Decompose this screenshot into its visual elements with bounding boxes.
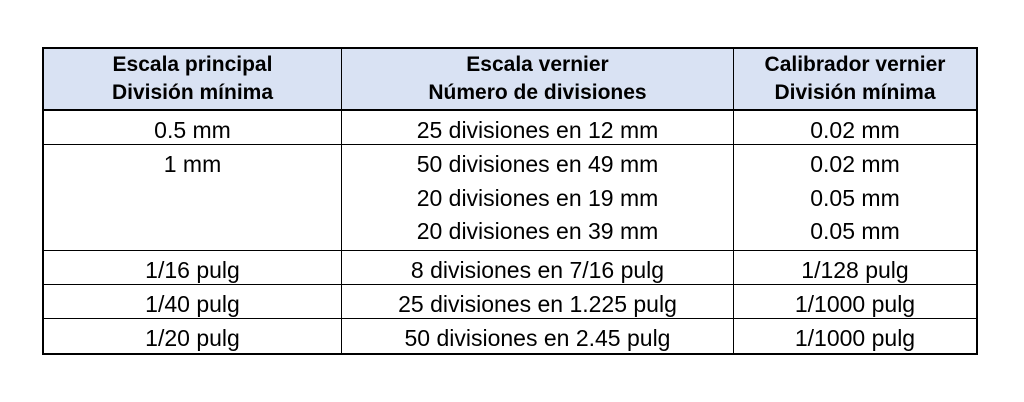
header-vernier-scale-line2: Número de divisiones [428,81,647,104]
cell-text: 25 divisiones en 1.225 pulg [398,291,677,317]
cell-main: 1 mm [44,145,342,250]
cell-main: 1/20 pulg [44,319,342,353]
cell-text: 50 divisiones en 49 mm [416,151,659,177]
header-vernier-scale-line1: Escala vernier [466,53,609,76]
cell-text: 1/16 pulg [145,257,240,283]
cell-text: 0.02 mm [810,151,900,177]
cell-text: 50 divisiones en 2.45 pulg [404,325,671,351]
cell-vernier: 8 divisiones en 7/16 pulg [342,251,734,284]
header-caliper: Calibrador vernier División mínima [734,49,976,109]
cell-text: 0.5 mm [154,117,231,143]
cell-text: 0.05 mm [810,218,900,245]
cell-text: 20 divisiones en 19 mm [416,184,659,211]
cell-text: 25 divisiones en 12 mm [416,117,659,143]
cell-text: 1/40 pulg [145,291,240,317]
table-row: 1/16 pulg 8 divisiones en 7/16 pulg 1/12… [44,251,976,285]
header-main-scale-line1: Escala principal [112,53,273,76]
header-caliper-line1: Calibrador vernier [764,53,946,76]
cell-caliper: 0.02 mm 0.05 mm 0.05 mm [734,145,976,250]
cell-text: 8 divisiones en 7/16 pulg [410,257,665,283]
cell-text: 0.05 mm [810,184,900,211]
cell-text: 1/20 pulg [145,325,240,351]
cell-main: 1/40 pulg [44,285,342,318]
cell-vernier: 50 divisiones en 49 mm 20 divisiones en … [342,145,734,250]
cell-text: 1 mm [163,151,222,177]
table-header: Escala principal División mínima Escala … [44,49,976,111]
cell-main: 0.5 mm [44,111,342,144]
table-row: 1/40 pulg 25 divisiones en 1.225 pulg 1/… [44,285,976,319]
cell-text: 20 divisiones en 39 mm [416,218,659,245]
cell-text: 1/1000 pulg [794,291,916,317]
table-row: 1/20 pulg 50 divisiones en 2.45 pulg 1/1… [44,319,976,353]
cell-caliper: 1/128 pulg [734,251,976,284]
cell-caliper: 0.02 mm [734,111,976,144]
cell-vernier: 50 divisiones en 2.45 pulg [342,319,734,353]
cell-vernier: 25 divisiones en 12 mm [342,111,734,144]
table-row: 0.5 mm 25 divisiones en 12 mm 0.02 mm [44,111,976,145]
header-caliper-line2: División mínima [774,81,936,104]
header-vernier-scale: Escala vernier Número de divisiones [342,49,734,109]
cell-caliper: 1/1000 pulg [734,319,976,353]
cell-text: 1/1000 pulg [794,325,916,351]
vernier-table: Escala principal División mínima Escala … [42,47,978,355]
cell-main: 1/16 pulg [44,251,342,284]
cell-caliper: 1/1000 pulg [734,285,976,318]
cell-text: 1/128 pulg [801,257,909,283]
table-row: 1 mm 50 divisiones en 49 mm 20 divisione… [44,145,976,251]
cell-vernier: 25 divisiones en 1.225 pulg [342,285,734,318]
header-main-scale-line2: División mínima [111,81,274,104]
header-main-scale: Escala principal División mínima [44,49,342,109]
cell-text: 0.02 mm [810,117,900,143]
